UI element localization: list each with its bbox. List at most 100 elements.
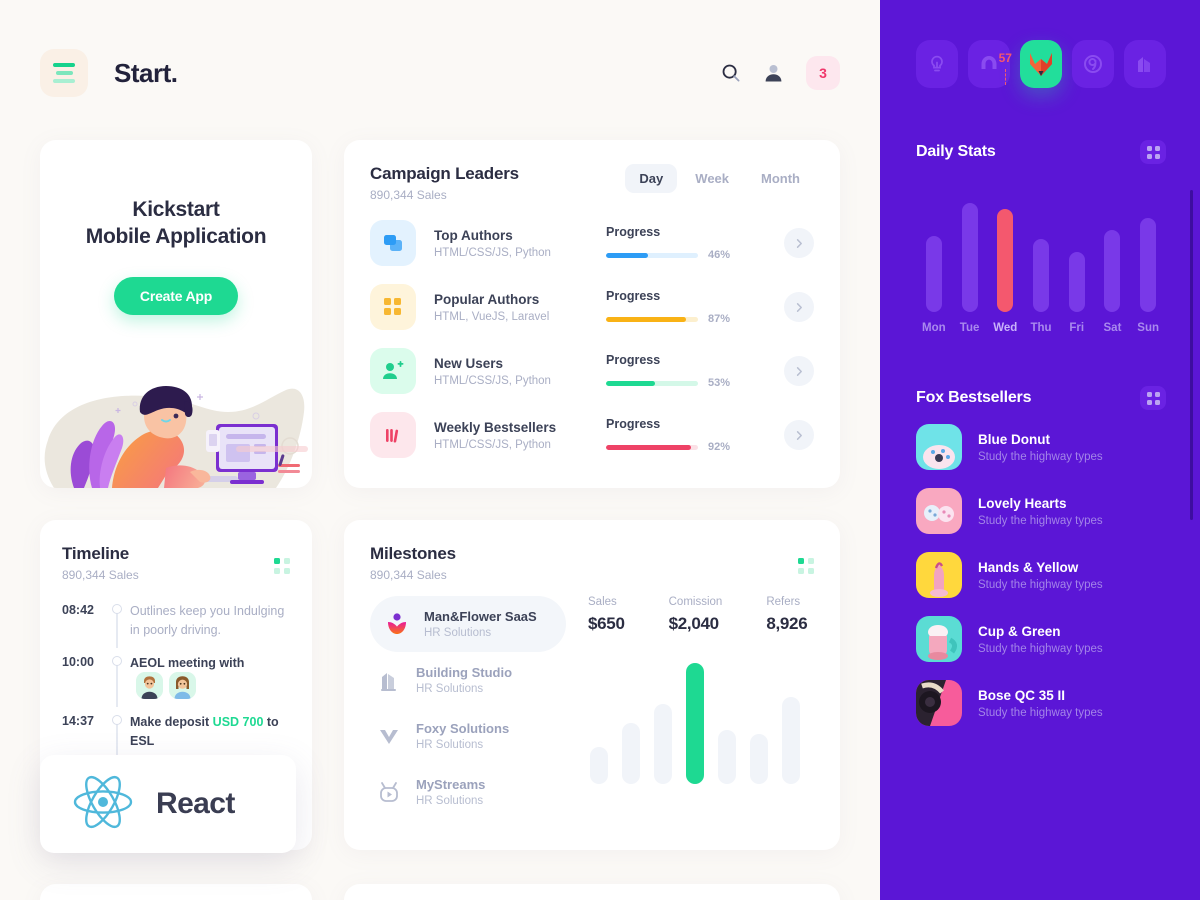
campaign-row-tags: HTML/CSS/JS, Python [434,246,551,259]
react-badge-card[interactable]: React [40,755,296,853]
building-icon[interactable] [1124,40,1166,88]
sidebar-scrollbar[interactable] [1190,190,1193,520]
kickstart-card: Kickstart Mobile Application Create App [40,140,312,488]
fox-chevron-logo-icon [376,724,402,748]
day-column[interactable]: 57 [987,51,1023,312]
list-item[interactable]: Bose QC 35 II Study the highway types [916,680,1166,726]
timeline-line [116,663,118,708]
create-app-button[interactable]: Create App [113,276,239,315]
chevron-right-icon[interactable] [784,292,814,322]
progress-bar-wrap: 53% [606,377,756,389]
campaign-row[interactable]: Popular Authors HTML, VueJS, Laravel Pro… [370,284,814,330]
bottom-partial-cards [40,884,840,900]
user-icon[interactable] [763,63,784,84]
progress-percent: 53% [708,377,731,389]
search-icon[interactable] [721,63,741,83]
period-week[interactable]: Week [681,164,743,193]
list-item[interactable]: Blue Donut Study the highway types [916,424,1166,470]
avatar[interactable] [169,672,196,700]
grid-dots-icon[interactable] [1140,140,1166,164]
grid-dots-icon[interactable] [274,558,290,574]
ms-bar [622,723,640,784]
stat-label: Refers [766,596,801,608]
stat-value: $2,040 [668,614,720,633]
chevron-right-icon[interactable] [784,356,814,386]
period-month[interactable]: Month [747,164,814,193]
daily-bars: 57 [916,51,1166,312]
timeline-text: AEOL meeting with [130,655,245,670]
campaign-row[interactable]: Weekly Bestsellers HTML/CSS/JS, Python P… [370,412,814,458]
timeline-line [116,723,118,759]
product-thumbnail [916,616,962,662]
progress-percent: 92% [708,441,731,453]
company-row[interactable]: Building Studio HR Solutions [370,652,570,708]
milestones-body: Man&Flower SaaS HR Solutions Building St… [370,596,814,820]
list-item[interactable]: Cup & Green Study the highway types [916,616,1166,662]
timeline-item: 08:42 Outlines keep you Indulging in poo… [62,602,290,654]
day-column[interactable] [1095,194,1131,312]
progress-label: Progress [606,225,661,239]
company-sub: HR Solutions [424,627,492,639]
list-item[interactable]: Lovely Hearts Study the highway types [916,488,1166,534]
company-text: Foxy Solutions HR Solutions [416,721,509,751]
fox-icon[interactable] [1020,40,1062,88]
chevron-right-icon[interactable] [784,228,814,258]
timeline-dot [112,655,122,666]
list-item[interactable]: Hands & Yellow Study the highway types [916,552,1166,598]
hamburger-logo-icon[interactable] [40,49,88,97]
day-axis-labels: Mon Tue Wed Thu Fri Sat Sun [916,322,1166,334]
brand-title: Start. [114,57,178,88]
spiral-nine-icon[interactable] [1072,40,1114,88]
campaign-row-tags: HTML, VueJS, Laravel [434,310,550,323]
day-column[interactable] [916,194,952,312]
progress-label: Progress [606,417,661,431]
daily-bar [925,236,942,312]
campaign-subtitle: 890,344 Sales [370,188,447,202]
product-thumbnail [916,680,962,726]
milestones-bar-chart [588,654,814,784]
timeline-text-before: Make deposit [130,715,213,730]
company-row[interactable]: MyStreams HR Solutions [370,764,570,820]
day-label: Mon [922,322,946,334]
logo-line-2 [55,71,73,75]
milestones-card: Milestones 890,344 Sales Man&Flower SaaS… [344,520,840,850]
progress-fill [606,444,691,450]
timeline-text-row: Make deposit USD 700 to ESL [130,713,290,751]
progress-track [606,444,698,450]
stat-label: Comission [668,596,723,608]
campaign-progress: Progress 87% [606,289,756,325]
day-column[interactable] [1059,194,1095,312]
company-row[interactable]: Foxy Solutions HR Solutions [370,708,570,764]
grid-dots-icon[interactable] [1140,386,1166,410]
day-label: Thu [1030,322,1052,334]
progress-track [606,316,698,322]
company-text: Building Studio HR Solutions [416,665,512,695]
period-toggle: Day Week Month [625,164,814,193]
chevron-right-icon[interactable] [784,420,814,450]
company-name: Foxy Solutions [416,721,510,736]
notification-badge[interactable]: 3 [806,56,840,90]
stat-comission: Comission $2,040 [669,596,723,634]
product-thumbnail [916,488,962,534]
campaign-row[interactable]: Top Authors HTML/CSS/JS, Python Progress… [370,220,814,266]
timeline-text: Outlines keep you Indulging in poorly dr… [130,604,285,637]
campaign-row[interactable]: New Users HTML/CSS/JS, Python Progress 5… [370,348,814,394]
day-column[interactable] [1130,194,1166,312]
campaign-row-text: Weekly Bestsellers HTML/CSS/JS, Python [434,420,606,451]
product-thumbnail [916,424,962,470]
grid-dots-icon[interactable] [798,558,814,574]
main-area: Start. 3 Kickstart Mobile Application Cr… [0,0,880,900]
campaign-progress: Progress 53% [606,353,756,389]
day-column[interactable] [952,194,988,312]
company-name: MyStreams [416,777,486,792]
lightbulb-icon[interactable] [916,40,958,88]
company-text: MyStreams HR Solutions [416,777,485,807]
timeline-subtitle: 890,344 Sales [62,568,139,582]
kickstart-title-line2: Mobile Application [85,225,267,249]
day-column[interactable] [1023,194,1059,312]
period-day[interactable]: Day [625,164,678,193]
building-logo-icon [376,668,402,692]
company-row-active[interactable]: Man&Flower SaaS HR Solutions [370,596,566,652]
avatar[interactable] [136,672,163,700]
progress-bar-wrap: 92% [606,441,756,453]
